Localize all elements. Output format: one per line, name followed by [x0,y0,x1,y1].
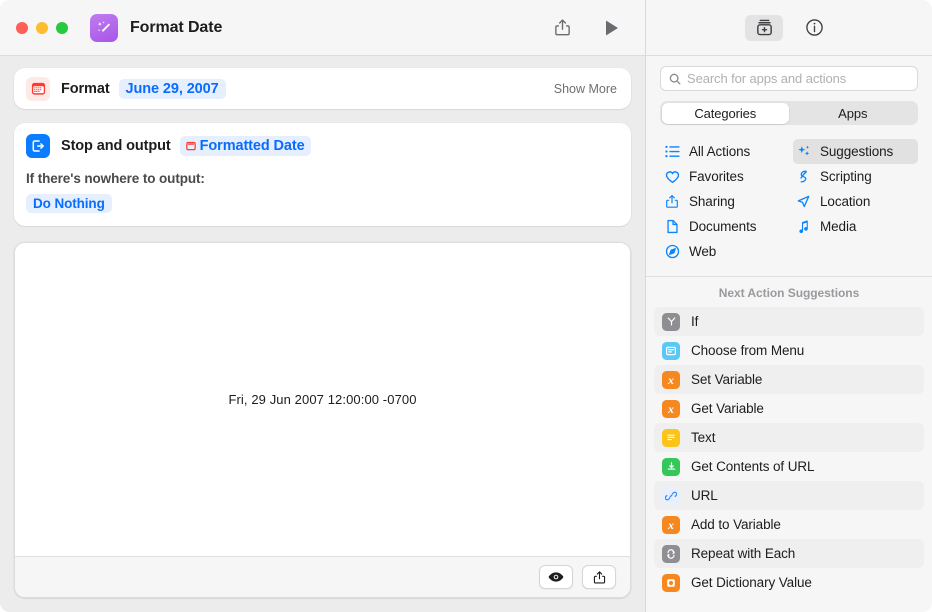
category-label: Location [820,194,870,209]
category-all-actions[interactable]: All Actions [662,139,787,164]
run-button[interactable] [595,14,629,42]
document-icon [664,219,680,235]
list-item[interactable]: Get Contents of URL [654,452,924,481]
category-grid: All Actions Suggestions [646,125,932,277]
download-icon [662,458,680,476]
do-nothing-option[interactable]: Do Nothing [26,194,112,213]
close-button[interactable] [16,22,28,34]
category-documents[interactable]: Documents [662,214,787,239]
action-library-sidebar: Search for apps and actions Categories A… [645,0,932,612]
share-icon [664,194,680,210]
list-item[interactable]: x Get Variable [654,394,924,423]
variable-icon: x [662,400,680,418]
tab-apps[interactable]: Apps [789,103,917,124]
info-icon[interactable] [795,15,833,41]
stop-output-icon [26,134,50,158]
category-label: Media [820,219,856,234]
zoom-button[interactable] [56,22,68,34]
category-label: Web [689,244,716,259]
action-card-stop-and-output[interactable]: Stop and output Formatted Date If there'… [14,123,631,226]
list-item[interactable]: Choose from Menu [654,336,924,365]
dictionary-icon [662,574,680,592]
sparkles-icon [795,144,811,160]
action-card-format[interactable]: Format June 29, 2007 Show More [14,68,631,109]
variable-icon: x [662,516,680,534]
magic-wand-icon [90,14,118,42]
traffic-lights [16,22,68,34]
link-icon [662,487,680,505]
search-wrapper: Search for apps and actions [646,56,932,91]
category-suggestions[interactable]: Suggestions [793,139,918,164]
library-segmented-control: Categories Apps [660,101,918,125]
text-icon [662,429,680,447]
date-value-token[interactable]: June 29, 2007 [119,79,226,99]
list-item[interactable]: x Set Variable [654,365,924,394]
eye-icon[interactable] [539,565,573,589]
music-note-icon [795,219,811,235]
tab-categories[interactable]: Categories [662,103,790,124]
preview-output-text: Fri, 29 Jun 2007 12:00:00 -0700 [228,392,416,407]
category-sharing[interactable]: Sharing [662,189,787,214]
category-label: Documents [689,219,756,234]
stop-output-sublabel: If there's nowhere to output: [26,171,617,186]
category-label: Sharing [689,194,735,209]
window-titlebar: Format Date [0,0,645,56]
share-button[interactable] [545,14,579,42]
list-item[interactable]: Text [654,423,924,452]
category-label: Favorites [689,169,744,184]
shortcuts-window: Format Date [0,0,932,612]
list-item[interactable]: URL [654,481,924,510]
preview-toolbar [15,556,630,597]
share-icon[interactable] [582,565,616,589]
search-placeholder: Search for apps and actions [687,71,846,86]
minimize-button[interactable] [36,22,48,34]
category-favorites[interactable]: Favorites [662,164,787,189]
list-item[interactable]: Get Dictionary Value [654,568,924,597]
formatted-date-variable-token[interactable]: Formatted Date [180,136,311,156]
preview-body: Fri, 29 Jun 2007 12:00:00 -0700 [15,243,630,556]
menu-icon [662,342,680,360]
list-item[interactable]: Repeat with Each [654,539,924,568]
list-item[interactable]: x Add to Variable [654,510,924,539]
category-label: Scripting [820,169,872,184]
search-input[interactable]: Search for apps and actions [660,66,918,91]
calendar-token-icon [186,141,196,151]
output-preview-card: Fri, 29 Jun 2007 12:00:00 -0700 [14,242,631,598]
scripting-icon [795,169,811,185]
calendar-icon [26,77,50,101]
suggestions-list: If Choose from Menu x Set Variable [646,307,932,612]
shortcut-canvas: Format June 29, 2007 Show More Stop and … [0,56,645,612]
stop-output-header-row: Stop and output Formatted Date [26,134,617,158]
category-media[interactable]: Media [793,214,918,239]
library-toolbar [646,0,932,56]
page-title: Format Date [130,19,222,37]
action-label-stop-and-output: Stop and output [61,138,171,154]
category-web[interactable]: Web [662,239,787,264]
category-label: Suggestions [820,144,893,159]
location-icon [795,194,811,210]
category-scripting[interactable]: Scripting [793,164,918,189]
variable-token-label: Formatted Date [200,138,305,154]
action-library-icon[interactable] [745,15,783,41]
shortcut-editor-pane: Format Date [0,0,645,612]
branch-icon [662,313,680,331]
repeat-icon [662,545,680,563]
list-icon [664,144,680,160]
compass-icon [664,244,680,260]
list-item[interactable]: If [654,307,924,336]
search-icon [669,73,681,85]
suggestions-header: Next Action Suggestions [646,277,932,307]
category-label: All Actions [689,144,750,159]
variable-icon: x [662,371,680,389]
action-label-format: Format [61,81,110,97]
category-location[interactable]: Location [793,189,918,214]
heart-icon [664,169,680,185]
show-more-button[interactable]: Show More [554,82,617,96]
